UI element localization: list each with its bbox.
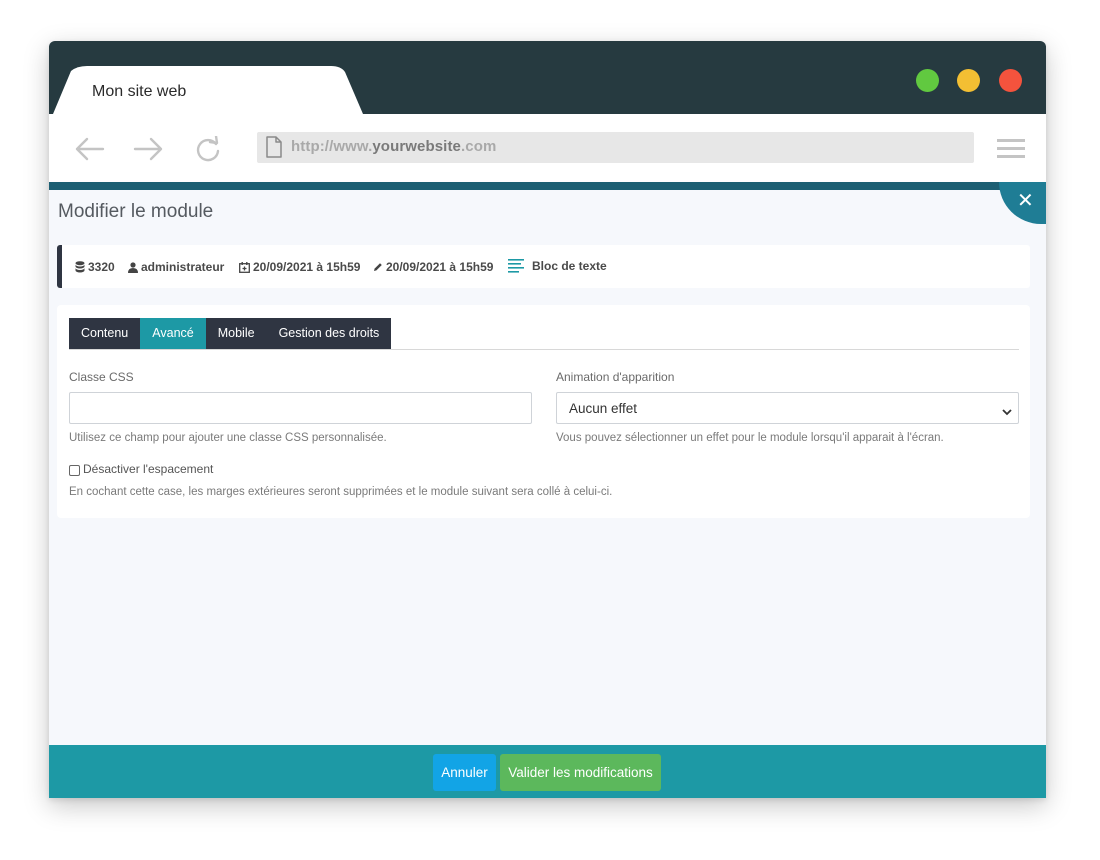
tabs-divider [69, 349, 1019, 350]
url-suffix: .com [460, 138, 497, 155]
pencil-icon [374, 263, 382, 271]
user-icon [128, 261, 138, 273]
browser-window: Mon site web http://www.yourwebsite.com … [49, 41, 1046, 798]
module-id: 3320 [75, 260, 115, 274]
animation-label: Animation d'apparition [556, 370, 675, 384]
css-class-label: Classe CSS [69, 370, 134, 384]
module-id-value: 3320 [88, 260, 115, 274]
minimize-button[interactable] [957, 69, 980, 92]
database-icon [75, 261, 85, 273]
tab-contenu[interactable]: Contenu [69, 318, 140, 349]
module-type: Bloc de texte [508, 258, 607, 273]
cancel-button[interactable]: Annuler [433, 754, 496, 791]
modal-close-button[interactable]: ✕ [999, 182, 1046, 224]
module-modified-value: 20/09/2021 à 15h59 [386, 260, 494, 274]
css-class-help: Utilisez ce champ pour ajouter une class… [69, 432, 387, 444]
animation-select-value: Aucun effet [569, 401, 638, 416]
settings-tabs: Contenu Avancé Mobile Gestion des droits [69, 318, 392, 349]
tab-title: Mon site web [92, 83, 187, 100]
module-type-value: Bloc de texte [532, 258, 607, 273]
module-created: 20/09/2021 à 15h59 [239, 260, 360, 274]
browser-navbar: http://www.yourwebsite.com [49, 114, 1046, 182]
module-author: administrateur [128, 260, 224, 274]
disable-spacing-help: En cochant cette case, les marges extéri… [69, 486, 613, 498]
maximize-button[interactable] [916, 69, 939, 92]
text-align-icon [508, 259, 524, 273]
calendar-plus-icon [239, 261, 250, 273]
modal-footer: Annuler Valider les modifications [49, 745, 1046, 798]
css-class-input[interactable] [69, 392, 532, 424]
page-title: Modifier le module [58, 201, 214, 222]
chevron-down-icon [1002, 403, 1012, 421]
module-created-value: 20/09/2021 à 15h59 [253, 260, 361, 274]
save-button[interactable]: Valider les modifications [500, 754, 661, 791]
close-window-button[interactable] [999, 69, 1022, 92]
disable-spacing-label[interactable]: Désactiver l'espacement [83, 462, 213, 476]
url-text: http://www.yourwebsite.com [291, 138, 496, 155]
url-prefix: http://www. [291, 138, 373, 155]
module-author-value: administrateur [141, 260, 225, 274]
back-arrow-icon[interactable] [73, 136, 105, 162]
browser-tab[interactable]: Mon site web [49, 41, 379, 114]
close-icon: ✕ [1017, 188, 1034, 212]
disable-spacing-checkbox[interactable] [69, 465, 80, 476]
page-icon [265, 136, 283, 163]
hamburger-menu-icon[interactable] [997, 138, 1025, 165]
modal-top-border [49, 182, 1046, 190]
browser-titlebar: Mon site web [49, 41, 1046, 114]
reload-icon[interactable] [194, 136, 226, 162]
module-modified: 20/09/2021 à 15h59 [373, 260, 493, 274]
tab-mobile[interactable]: Mobile [206, 318, 267, 349]
settings-card: Contenu Avancé Mobile Gestion des droits… [57, 305, 1030, 518]
forward-arrow-icon[interactable] [133, 136, 165, 162]
url-domain: yourwebsite [372, 138, 461, 155]
address-bar[interactable]: http://www.yourwebsite.com [257, 132, 974, 163]
animation-select[interactable]: Aucun effet [556, 392, 1019, 424]
tab-gestion-droits[interactable]: Gestion des droits [267, 318, 392, 349]
tab-shape [53, 66, 363, 114]
module-info-bar: 3320 administrateur 20/09/2021 à 15h59 2… [57, 245, 1030, 288]
animation-help: Vous pouvez sélectionner un effet pour l… [556, 432, 944, 444]
tab-avance[interactable]: Avancé [140, 318, 206, 349]
